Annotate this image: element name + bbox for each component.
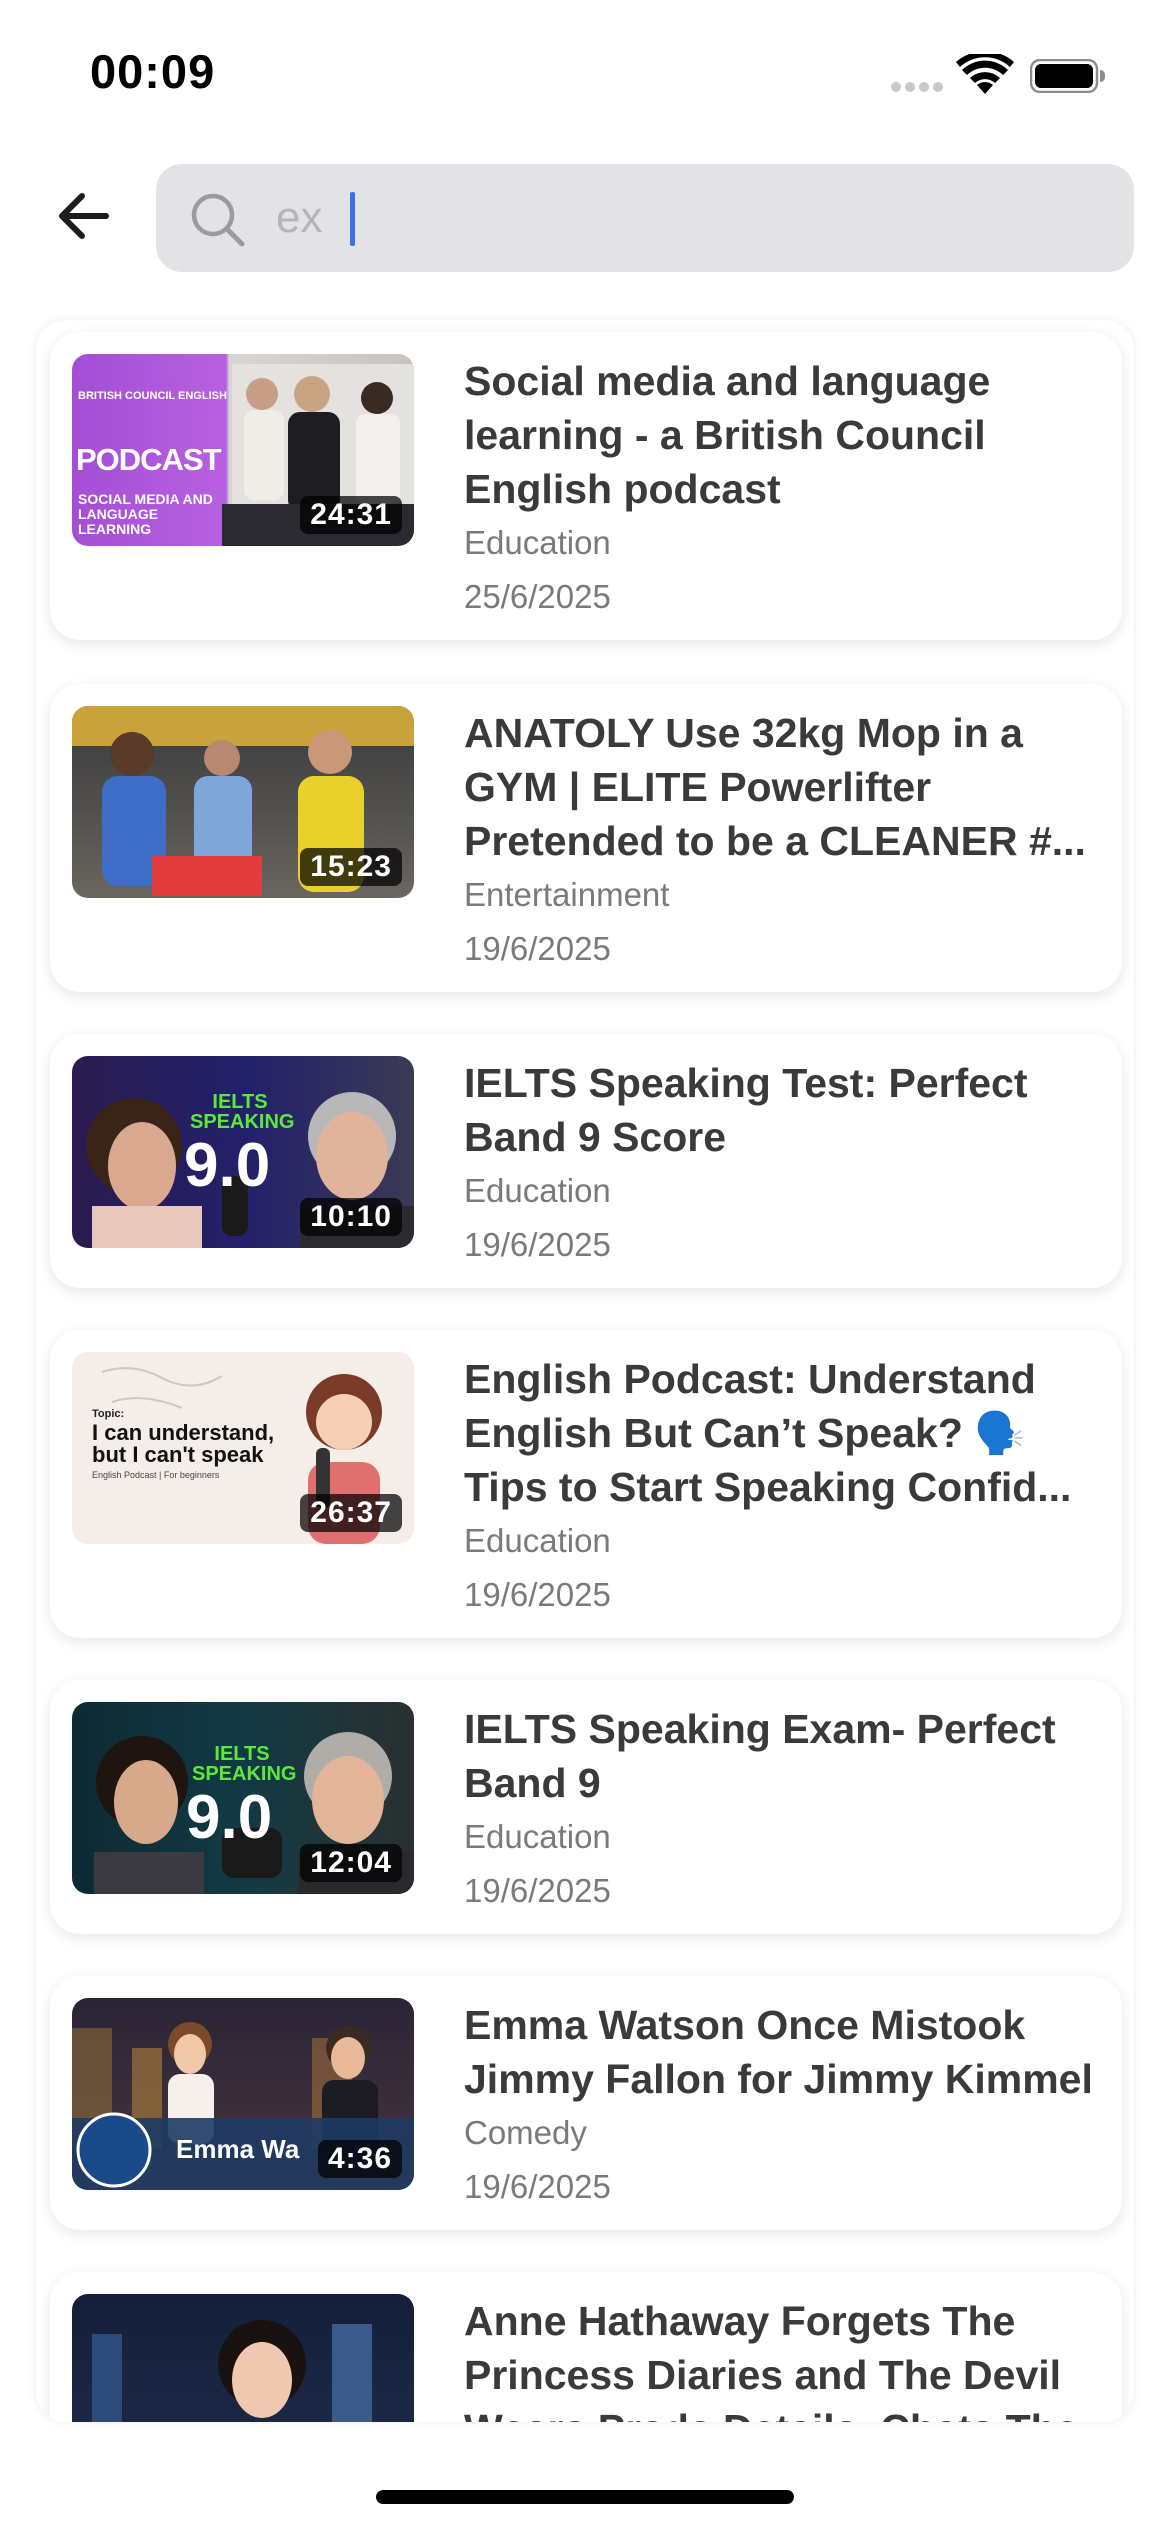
video-card[interactable]: Anne Hathaway Forgets The Princess Diari… <box>50 2272 1122 2422</box>
video-card[interactable]: BRITISH COUNCIL ENGLISH PODCAST SOCIAL M… <box>50 332 1122 640</box>
status-time: 00:09 <box>90 45 216 98</box>
duration-badge: 15:23 <box>300 848 402 886</box>
thumbnail-caption: PODCAST <box>76 442 222 477</box>
video-title[interactable]: IELTS Speaking Test: Perfect Band 9 Scor… <box>464 1056 1104 1164</box>
video-date: 25/6/2025 <box>464 578 611 615</box>
video-thumbnail[interactable]: IELTS SPEAKING 9.0 10:10 <box>72 1056 414 1248</box>
duration-badge: 4:36 <box>317 2140 402 2178</box>
thumbnail-caption: 9.0 <box>186 1783 273 1852</box>
search-input[interactable] <box>276 184 1096 252</box>
cellular-signal-icon <box>891 82 943 92</box>
battery-icon <box>1030 59 1105 93</box>
text-cursor <box>350 192 355 246</box>
duration-badge: 26:37 <box>300 1494 402 1532</box>
duration-badge: 10:10 <box>300 1198 402 1236</box>
thumbnail-caption: BRITISH COUNCIL ENGLISH <box>78 390 227 402</box>
video-title[interactable]: English Podcast: Understand English But … <box>464 1352 1104 1514</box>
video-date: 19/6/2025 <box>464 1576 611 1613</box>
video-thumbnail[interactable]: IELTS SPEAKING 9.0 12:04 <box>72 1702 414 1894</box>
thumbnail-caption: IELTS SPEAKING <box>190 1091 295 1133</box>
thumbnail-caption: SOCIAL MEDIA AND LANGUAGE LEARNING <box>78 491 213 537</box>
video-category: Education <box>464 1172 611 1209</box>
video-title[interactable]: Social media and language learning - a B… <box>464 354 1104 516</box>
search-header <box>0 160 1170 272</box>
video-title[interactable]: ANATOLY Use 32kg Mop in a GYM | ELITE Po… <box>464 706 1104 868</box>
thumbnail-caption: IELTS SPEAKING <box>192 1743 297 1785</box>
video-title[interactable]: IELTS Speaking Exam- Perfect Band 9 <box>464 1702 1104 1810</box>
video-title[interactable]: Emma Watson Once Mistook Jimmy Fallon fo… <box>464 1998 1104 2106</box>
video-date: 19/6/2025 <box>464 1872 611 1909</box>
video-date: 19/6/2025 <box>464 1226 611 1263</box>
arrow-left-icon <box>59 193 109 239</box>
thumbnail-caption: Topic: <box>92 1408 125 1420</box>
video-date: 19/6/2025 <box>464 2168 611 2205</box>
video-thumbnail[interactable] <box>72 2294 414 2422</box>
results-list[interactable]: BRITISH COUNCIL ENGLISH PODCAST SOCIAL M… <box>36 320 1134 2422</box>
video-card[interactable]: IELTS SPEAKING 9.0 12:04 IELTS Speaking … <box>50 1680 1122 1934</box>
status-icons <box>890 50 1110 100</box>
thumbnail-caption: 9.0 <box>184 1131 271 1200</box>
video-thumbnail[interactable]: Emma Wa 4:36 <box>72 1998 414 2190</box>
video-category: Comedy <box>464 2114 587 2151</box>
search-bar[interactable] <box>156 164 1134 272</box>
status-bar: 00:09 <box>0 0 1170 150</box>
video-title[interactable]: Anne Hathaway Forgets The Princess Diari… <box>464 2294 1104 2422</box>
video-category: Entertainment <box>464 876 670 913</box>
video-category: Education <box>464 1522 611 1559</box>
thumbnail-caption: I can understand, but I can't speak <box>92 1420 275 1467</box>
video-card[interactable]: Emma Wa 4:36 Emma Watson Once Mistook Ji… <box>50 1976 1122 2230</box>
video-category: Education <box>464 524 611 561</box>
video-card[interactable]: IELTS SPEAKING 9.0 10:10 IELTS Speaking … <box>50 1034 1122 1288</box>
home-indicator[interactable] <box>376 2490 794 2504</box>
back-button[interactable] <box>52 184 116 248</box>
video-card[interactable]: Topic: I can understand, but I can't spe… <box>50 1330 1122 1638</box>
video-thumbnail[interactable]: BRITISH COUNCIL ENGLISH PODCAST SOCIAL M… <box>72 354 414 546</box>
thumbnail-caption: Emma Wa <box>176 2134 300 2164</box>
video-date: 19/6/2025 <box>464 930 611 967</box>
thumbnail-art <box>92 2320 372 2422</box>
video-thumbnail[interactable]: Topic: I can understand, but I can't spe… <box>72 1352 414 1544</box>
video-category: Education <box>464 1818 611 1855</box>
duration-badge: 24:31 <box>300 496 402 534</box>
search-icon <box>191 193 245 247</box>
duration-badge: 12:04 <box>300 1844 402 1882</box>
video-card[interactable]: 15:23 ANATOLY Use 32kg Mop in a GYM | EL… <box>50 684 1122 992</box>
video-thumbnail[interactable]: 15:23 <box>72 706 414 898</box>
thumbnail-caption: English Podcast | For beginners <box>92 1470 220 1480</box>
wifi-icon <box>956 54 1014 94</box>
